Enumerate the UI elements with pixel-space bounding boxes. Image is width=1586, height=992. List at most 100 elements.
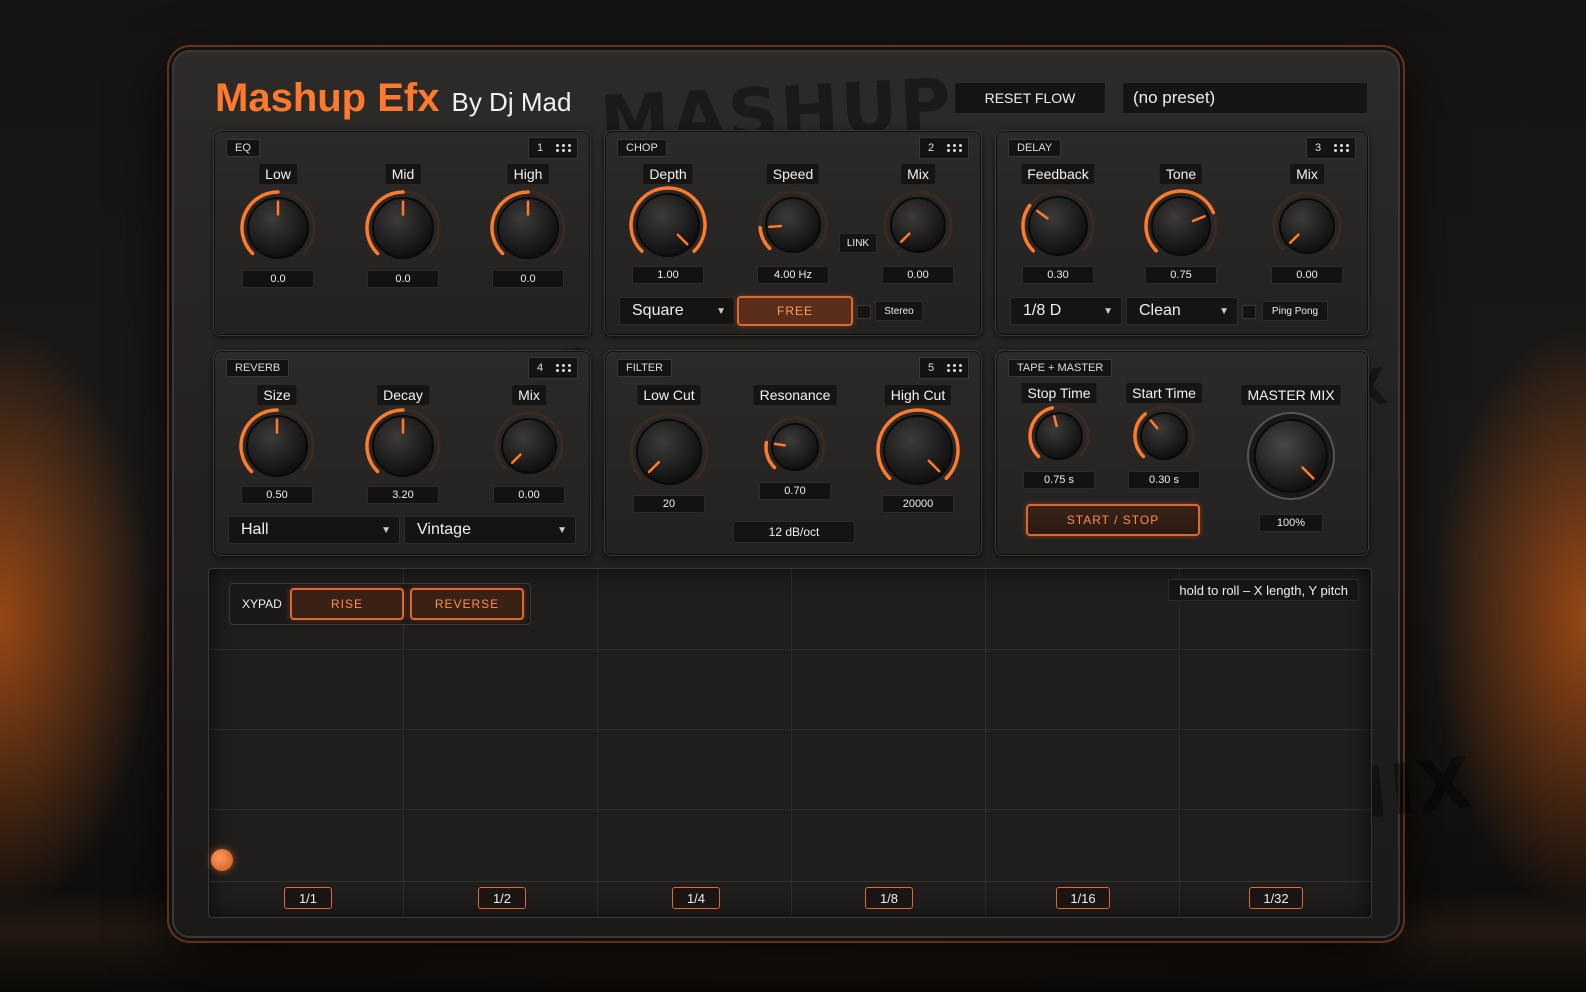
drag-handle-icon (947, 144, 962, 152)
delay-mix-value: 0.00 (1271, 266, 1343, 284)
chop-slot-handle[interactable]: 2 (919, 137, 969, 159)
chop-depth-value: 1.00 (632, 266, 704, 284)
delay-tag: DELAY (1008, 139, 1062, 157)
knob-body (636, 419, 702, 485)
eq-tag: EQ (226, 139, 260, 157)
reverb-character-select[interactable]: Vintage ▼ (404, 516, 576, 544)
delay-time-select[interactable]: 1/8 D ▼ (1010, 297, 1122, 325)
chop-speed-label: Speed (766, 164, 820, 184)
tape-stop-knob[interactable] (1027, 404, 1091, 468)
filter-slot-handle[interactable]: 5 (919, 357, 969, 379)
grid-line (209, 881, 1371, 882)
app-subtitle: By Dj Mad (451, 87, 572, 117)
eq-slot-handle[interactable]: 1 (528, 137, 578, 159)
knob-body (890, 197, 946, 253)
division-1-16-button[interactable]: 1/16 (1056, 887, 1110, 909)
eq-low-label: Low (259, 164, 297, 184)
knob-body (883, 415, 953, 485)
filter-slope-select[interactable]: 12 dB/oct (733, 521, 855, 543)
delay-slot-handle[interactable]: 3 (1306, 137, 1356, 159)
delay-mix-knob[interactable] (1271, 190, 1343, 262)
eq-panel: EQ 1 Low Mid High 0.0 0.0 0.0 (213, 130, 591, 336)
eq-high-knob[interactable] (489, 189, 567, 267)
reverb-decay-label: Decay (377, 385, 429, 405)
chop-speed-knob[interactable] (757, 189, 829, 261)
app-title: Mashup Efx (215, 76, 440, 120)
filter-tag: FILTER (617, 359, 673, 377)
grid-line (209, 649, 1371, 650)
xy-cursor-handle[interactable] (211, 849, 233, 871)
chop-panel: CHOP 2 Depth Speed Mix LINK 1.00 4.00 Hz… (604, 130, 982, 336)
delay-mode-value: Clean (1139, 302, 1181, 319)
tape-start-value: 0.30 s (1128, 471, 1200, 489)
knob-body (501, 418, 557, 474)
chevron-down-icon: ▼ (716, 305, 726, 317)
chevron-down-icon: ▼ (381, 524, 391, 536)
division-1-2-button[interactable]: 1/2 (478, 887, 526, 909)
division-1-32-button[interactable]: 1/32 (1249, 887, 1303, 909)
eq-slot-number: 1 (537, 142, 544, 154)
reverb-type-select[interactable]: Hall ▼ (228, 516, 400, 544)
eq-mid-label: Mid (385, 164, 421, 184)
preset-selector[interactable]: (no preset) (1122, 82, 1368, 114)
drag-handle-icon (556, 144, 571, 152)
grid-line (209, 809, 1371, 810)
reverb-size-knob[interactable] (238, 407, 316, 485)
filter-slot-number: 5 (928, 362, 935, 374)
filter-lowcut-knob[interactable] (628, 411, 710, 493)
reverb-slot-handle[interactable]: 4 (528, 357, 578, 379)
filter-resonance-value: 0.70 (759, 482, 831, 500)
chop-depth-knob[interactable] (628, 185, 708, 265)
filter-highcut-knob[interactable] (875, 407, 961, 493)
tape-start-knob[interactable] (1132, 404, 1196, 468)
eq-mid-value: 0.0 (367, 270, 439, 288)
reverb-mix-label: Mix (512, 385, 546, 405)
division-1-8-button[interactable]: 1/8 (865, 887, 913, 909)
eq-low-knob[interactable] (239, 189, 317, 267)
chop-shape-select[interactable]: Square ▼ (619, 297, 735, 325)
xy-pad[interactable]: XYPAD RISE REVERSE hold to roll – X leng… (208, 568, 1372, 918)
start-stop-button[interactable]: START / STOP (1026, 504, 1200, 536)
drag-handle-icon (556, 364, 571, 372)
eq-mid-knob[interactable] (364, 189, 442, 267)
chop-stereo-checkbox[interactable] (857, 305, 871, 319)
chop-mix-knob[interactable] (882, 189, 954, 261)
delay-pingpong-label: Ping Pong (1262, 301, 1328, 321)
filter-lowcut-label: Low Cut (637, 385, 701, 405)
delay-tone-knob[interactable] (1143, 188, 1219, 264)
app-header: Mashup Efx By Dj Mad (215, 76, 571, 121)
master-mix-knob[interactable] (1246, 411, 1336, 501)
filter-highcut-value: 20000 (882, 495, 954, 513)
reverb-character-value: Vintage (417, 521, 471, 538)
reverse-button[interactable]: REVERSE (410, 588, 524, 620)
chop-free-button[interactable]: FREE (737, 296, 853, 326)
reset-flow-button[interactable]: RESET FLOW (954, 82, 1106, 114)
reverb-mix-knob[interactable] (493, 410, 565, 482)
eq-high-value: 0.0 (492, 270, 564, 288)
delay-feedback-knob[interactable] (1020, 188, 1096, 264)
division-1-1-button[interactable]: 1/1 (284, 887, 332, 909)
reverb-decay-value: 3.20 (367, 486, 439, 504)
delay-feedback-value: 0.30 (1022, 266, 1094, 284)
master-mix-value: 100% (1259, 514, 1323, 532)
delay-pingpong-checkbox[interactable] (1242, 305, 1256, 319)
chevron-down-icon: ▼ (1219, 305, 1229, 317)
rise-button[interactable]: RISE (290, 588, 404, 620)
division-1-4-button[interactable]: 1/4 (672, 887, 720, 909)
filter-resonance-knob[interactable] (763, 415, 827, 479)
chop-tag: CHOP (617, 139, 667, 157)
grid-line (985, 569, 986, 917)
chop-link-button[interactable]: LINK (839, 233, 877, 253)
knob-body (765, 197, 821, 253)
chop-shape-value: Square (632, 302, 684, 319)
delay-mode-select[interactable]: Clean ▼ (1126, 297, 1238, 325)
reverb-decay-knob[interactable] (364, 407, 442, 485)
eq-high-label: High (507, 164, 549, 184)
reverb-mix-value: 0.00 (493, 486, 565, 504)
reverb-size-label: Size (257, 385, 297, 405)
chop-mix-label: Mix (901, 164, 935, 184)
delay-slot-number: 3 (1315, 142, 1322, 154)
delay-mix-label: Mix (1290, 164, 1324, 184)
delay-panel: DELAY 3 Feedback Tone Mix 0.30 0.75 0.00… (995, 130, 1369, 336)
filter-highcut-label: High Cut (884, 385, 952, 405)
